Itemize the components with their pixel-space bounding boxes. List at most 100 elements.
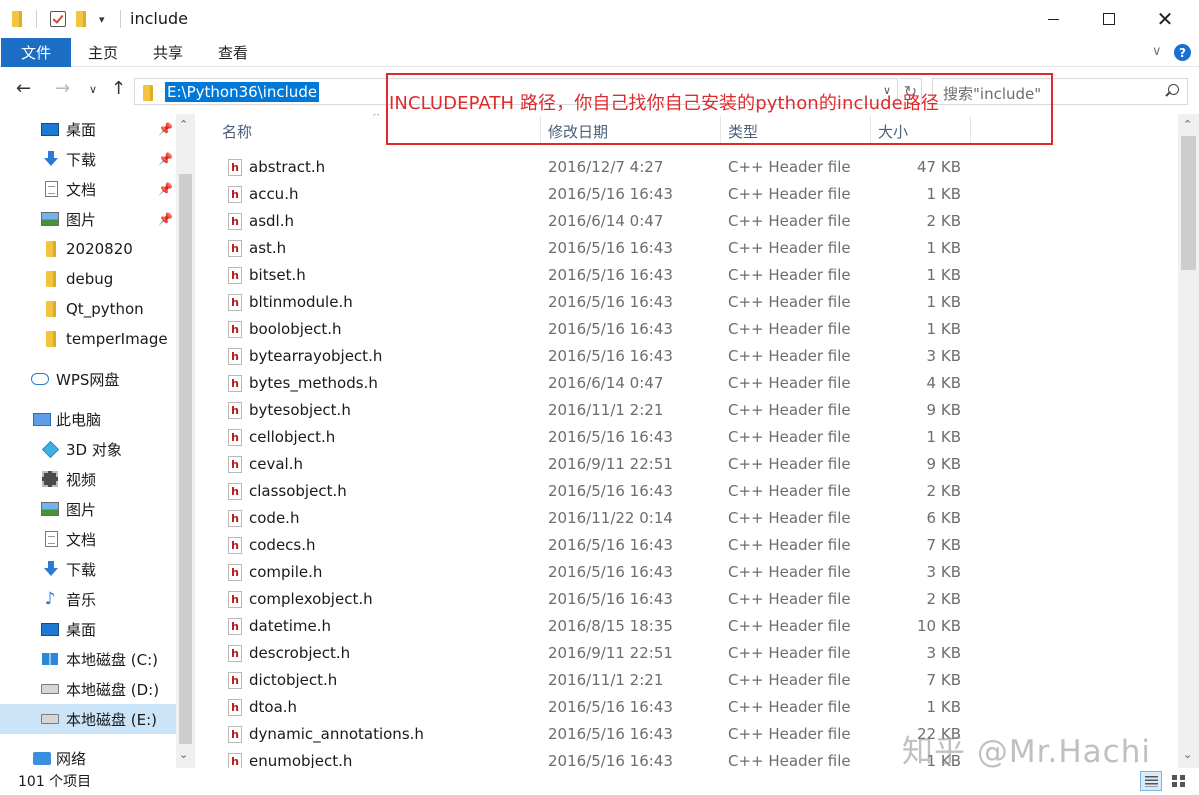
details-view-button[interactable] (1140, 771, 1162, 791)
maximize-button[interactable] (1086, 0, 1132, 38)
scroll-down-arrow[interactable]: ⌄ (1183, 748, 1192, 761)
pin-icon[interactable]: 📌 (158, 212, 173, 226)
file-row[interactable]: h bytes_methods.h 2016/6/14 0:47 C++ Header… (195, 370, 1178, 397)
file-list-scroll-thumb[interactable] (1181, 136, 1196, 270)
file-name[interactable]: dictobject.h (249, 671, 337, 689)
file-row[interactable]: h bitset.h 2016/5/16 16:43 C++ Header file 1… (195, 262, 1178, 289)
file-name[interactable]: ast.h (249, 239, 286, 257)
file-name[interactable]: cellobject.h (249, 428, 335, 446)
sidebar-item-qt-python[interactable]: Qt_python (0, 294, 176, 324)
file-row[interactable]: h compile.h 2016/5/16 16:43 C++ Header file… (195, 559, 1178, 586)
sidebar-item-drive-c[interactable]: 本地磁盘 (C:) (0, 644, 176, 674)
file-name[interactable]: code.h (249, 509, 299, 527)
sidebar-item-network[interactable]: 网络 (0, 743, 176, 768)
file-row[interactable]: h accu.h 2016/5/16 16:43 C++ Header file 1 K… (195, 181, 1178, 208)
file-name[interactable]: bytearrayobject.h (249, 347, 382, 365)
address-path[interactable]: E:\Python36\include (165, 82, 320, 102)
help-button[interactable]: ? (1174, 44, 1191, 61)
file-name[interactable]: compile.h (249, 563, 322, 581)
up-button[interactable]: ↑ (111, 80, 126, 98)
file-name[interactable]: enumobject.h (249, 752, 352, 768)
minimize-button[interactable] (1030, 0, 1076, 38)
file-row[interactable]: h asdl.h 2016/6/14 0:47 C++ Header file 2 KB (195, 208, 1178, 235)
file-row[interactable]: h descrobject.h 2016/9/11 22:51 C++ Header … (195, 640, 1178, 667)
file-name[interactable]: bitset.h (249, 266, 306, 284)
file-row[interactable]: h code.h 2016/11/22 0:14 C++ Header file 6 K… (195, 505, 1178, 532)
file-name[interactable]: complexobject.h (249, 590, 373, 608)
file-row[interactable]: h codecs.h 2016/5/16 16:43 C++ Header file 7… (195, 532, 1178, 559)
file-row[interactable]: h bltinmodule.h 2016/5/16 16:43 C++ Header … (195, 289, 1178, 316)
file-row[interactable]: h complexobject.h 2016/5/16 16:43 C++ Heade… (195, 586, 1178, 613)
tab-home[interactable]: 主页 (80, 38, 126, 67)
file-row[interactable]: h boolobject.h 2016/5/16 16:43 C++ Header f… (195, 316, 1178, 343)
file-row[interactable]: h cellobject.h 2016/5/16 16:43 C++ Header f… (195, 424, 1178, 451)
file-size: 9 KB (926, 455, 961, 473)
file-name[interactable]: datetime.h (249, 617, 331, 635)
pin-icon[interactable]: 📌 (158, 152, 173, 166)
file-name[interactable]: codecs.h (249, 536, 316, 554)
scroll-up-arrow[interactable]: ⌃ (179, 118, 188, 131)
column-header-name[interactable]: 名称 (222, 116, 252, 146)
file-list-scrollbar[interactable]: ⌃ ⌄ (1178, 114, 1199, 768)
file-name[interactable]: bytesobject.h (249, 401, 351, 419)
sidebar-item-videos[interactable]: 视频 (0, 464, 176, 494)
file-row[interactable]: h classobject.h 2016/5/16 16:43 C++ Header … (195, 478, 1178, 505)
large-icons-view-button[interactable] (1167, 771, 1189, 791)
sidebar-item-wps-cloud[interactable]: WPS网盘 (0, 364, 176, 394)
file-row[interactable]: h dtoa.h 2016/5/16 16:43 C++ Header file 1 K… (195, 694, 1178, 721)
back-button[interactable]: ← (16, 80, 31, 98)
file-name[interactable]: descrobject.h (249, 644, 350, 662)
scroll-up-arrow[interactable]: ⌃ (1183, 118, 1192, 131)
file-name[interactable]: bltinmodule.h (249, 293, 353, 311)
sidebar-item-downloads[interactable]: 下载 (0, 554, 176, 584)
quick-access-toolbar-dropdown[interactable]: ▾ (99, 10, 105, 28)
file-row[interactable]: h ceval.h 2016/9/11 22:51 C++ Header file 9 … (195, 451, 1178, 478)
sidebar-item-3d-objects[interactable]: 3D 对象 (0, 434, 176, 464)
file-row[interactable]: h bytesobject.h 2016/11/1 2:21 C++ Header f… (195, 397, 1178, 424)
sidebar-item-documents-pinned[interactable]: 文档 📌 (0, 174, 176, 204)
forward-button[interactable]: → (55, 80, 70, 98)
file-name[interactable]: accu.h (249, 185, 298, 203)
sidebar-item-desktop[interactable]: 桌面 (0, 614, 176, 644)
sidebar-item-temperimage[interactable]: temperImage (0, 324, 176, 354)
sidebar-item-pictures[interactable]: 图片 (0, 494, 176, 524)
sidebar-item-drive-e[interactable]: 本地磁盘 (E:) (0, 704, 176, 734)
sidebar-item-2020820[interactable]: 2020820 (0, 234, 176, 264)
sidebar-item-pictures-pinned[interactable]: 图片 📌 (0, 204, 176, 234)
new-folder-icon[interactable] (76, 10, 86, 28)
recent-locations-button[interactable]: ∨ (89, 84, 97, 95)
sidebar-item-documents[interactable]: 文档 (0, 524, 176, 554)
file-name[interactable]: bytes_methods.h (249, 374, 378, 392)
file-row[interactable]: h dictobject.h 2016/11/1 2:21 C++ Header fi… (195, 667, 1178, 694)
properties-icon[interactable] (48, 10, 68, 28)
file-row[interactable]: h bytearrayobject.h 2016/5/16 16:43 C++ Hea… (195, 343, 1178, 370)
file-name[interactable]: boolobject.h (249, 320, 342, 338)
sidebar-item-downloads-pinned[interactable]: 下载 📌 (0, 144, 176, 174)
file-name[interactable]: abstract.h (249, 158, 325, 176)
file-name[interactable]: dynamic_annotations.h (249, 725, 424, 743)
item-count: 101 个项目 (18, 774, 92, 790)
file-row[interactable]: h abstract.h 2016/12/7 4:27 C++ Header file… (195, 154, 1178, 181)
close-button[interactable]: ✕ (1142, 0, 1188, 38)
scroll-down-arrow[interactable]: ⌄ (179, 748, 188, 761)
file-row[interactable]: h datetime.h 2016/8/15 18:35 C++ Header fil… (195, 613, 1178, 640)
pin-icon[interactable]: 📌 (158, 182, 173, 196)
sidebar-item-debug[interactable]: debug (0, 264, 176, 294)
file-row[interactable]: h ast.h 2016/5/16 16:43 C++ Header file 1 KB (195, 235, 1178, 262)
search-icon[interactable] (1164, 84, 1179, 99)
tab-share[interactable]: 共享 (145, 38, 191, 67)
file-name[interactable]: ceval.h (249, 455, 303, 473)
file-name[interactable]: classobject.h (249, 482, 347, 500)
tab-file[interactable]: 文件 (1, 38, 71, 67)
sidebar-item-this-pc[interactable]: 此电脑 (0, 404, 176, 434)
sidebar-scroll-thumb[interactable] (179, 174, 192, 744)
sidebar-item-drive-d[interactable]: 本地磁盘 (D:) (0, 674, 176, 704)
ribbon-expand-button[interactable]: ∨ (1152, 44, 1162, 59)
file-name[interactable]: dtoa.h (249, 698, 297, 716)
tab-view[interactable]: 查看 (210, 38, 256, 67)
file-name[interactable]: asdl.h (249, 212, 294, 230)
sidebar-item-desktop-pinned[interactable]: 桌面 📌 (0, 114, 176, 144)
pin-icon[interactable]: 📌 (158, 122, 173, 136)
sidebar-item-music[interactable]: ♪ 音乐 (0, 584, 176, 614)
sidebar-scrollbar[interactable]: ⌃ ⌄ (176, 114, 195, 768)
